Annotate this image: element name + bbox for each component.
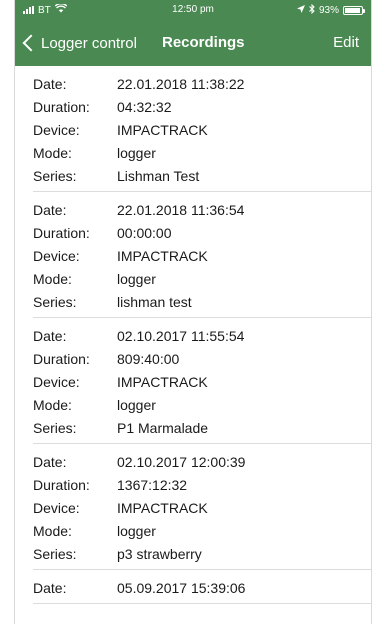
date-label: Date: bbox=[33, 201, 67, 218]
device-row: Device: IMPACTRACK bbox=[33, 370, 371, 393]
recording-item[interactable]: Date: 02.10.2017 11:55:54 Duration: 809:40… bbox=[33, 318, 371, 444]
series-value: p3 strawberry bbox=[117, 545, 202, 562]
mode-row: Mode: logger bbox=[33, 267, 371, 290]
back-button[interactable]: Logger control bbox=[19, 20, 137, 66]
mode-row: Mode: logger bbox=[33, 141, 371, 164]
device-value: IMPACTRACK bbox=[117, 373, 208, 390]
page-title: Recordings bbox=[162, 34, 245, 51]
date-row: Date: 22.01.2018 11:38:22 bbox=[33, 72, 371, 95]
device-label: Device: bbox=[33, 121, 80, 138]
series-label: Series: bbox=[33, 545, 77, 562]
status-bar: BT 12:50 pm 93% bbox=[15, 0, 371, 20]
device-label: Device: bbox=[33, 373, 80, 390]
duration-label: Duration: bbox=[33, 476, 90, 493]
mode-value: logger bbox=[117, 144, 156, 161]
chevron-left-icon bbox=[22, 34, 40, 52]
series-label: Series: bbox=[33, 167, 77, 184]
series-value: lishman test bbox=[117, 293, 192, 310]
battery-percent: 93% bbox=[318, 4, 339, 16]
recordings-list: Date: 22.01.2018 11:38:22 Duration: 04:32:… bbox=[15, 66, 371, 604]
bluetooth-icon bbox=[309, 3, 315, 17]
status-right: 93% bbox=[296, 0, 365, 20]
device-row: Device: IMPACTRACK bbox=[33, 496, 371, 519]
mode-value: logger bbox=[117, 522, 156, 539]
mode-label: Mode: bbox=[33, 396, 72, 413]
date-label: Date: bbox=[33, 327, 67, 344]
date-value: 22.01.2018 11:36:54 bbox=[117, 201, 245, 218]
series-value: P1 Marmalade bbox=[117, 419, 209, 436]
duration-row: Duration: 809:40:00 bbox=[33, 347, 371, 370]
navigation-bar: Logger control Recordings Edit bbox=[15, 20, 371, 66]
device-value: IMPACTRACK bbox=[117, 499, 208, 516]
date-row: Date: 02.10.2017 12:00:39 bbox=[33, 450, 371, 473]
mode-label: Mode: bbox=[33, 522, 72, 539]
device-row: Device: IMPACTRACK bbox=[33, 118, 371, 141]
series-row: Series: Lishman Test bbox=[33, 164, 371, 187]
series-label: Series: bbox=[33, 293, 77, 310]
date-label: Date: bbox=[33, 75, 67, 92]
date-label: Date: bbox=[33, 579, 67, 596]
duration-value: 809:40:00 bbox=[117, 350, 180, 367]
mode-value: logger bbox=[117, 270, 156, 287]
duration-value: 1367:12:32 bbox=[117, 476, 188, 493]
date-value: 02.10.2017 11:55:54 bbox=[117, 327, 245, 344]
series-row: Series: lishman test bbox=[33, 290, 371, 313]
duration-row: Duration: 04:32:32 bbox=[33, 95, 371, 118]
date-value: 02.10.2017 12:00:39 bbox=[117, 453, 246, 470]
mode-label: Mode: bbox=[33, 270, 72, 287]
mode-value: logger bbox=[117, 396, 156, 413]
duration-value: 04:32:32 bbox=[117, 98, 172, 115]
device-label: Device: bbox=[33, 499, 80, 516]
mode-row: Mode: logger bbox=[33, 519, 371, 542]
date-row: Date: 05.09.2017 15:39:06 bbox=[33, 576, 371, 599]
series-row: Series: P1 Marmalade bbox=[33, 416, 371, 439]
edit-button[interactable]: Edit bbox=[333, 20, 359, 66]
device-value: IMPACTRACK bbox=[117, 247, 208, 264]
recording-item[interactable]: Date: 22.01.2018 11:36:54 Duration: 00:00:… bbox=[33, 192, 371, 318]
series-value: Lishman Test bbox=[117, 167, 200, 184]
duration-label: Duration: bbox=[33, 224, 90, 241]
recording-item[interactable]: Date: 02.10.2017 12:00:39 Duration: 1367:1… bbox=[33, 444, 371, 570]
date-value: 22.01.2018 11:38:22 bbox=[117, 75, 245, 92]
series-label: Series: bbox=[33, 419, 77, 436]
location-arrow-icon bbox=[296, 4, 305, 16]
device-label: Device: bbox=[33, 247, 80, 264]
date-label: Date: bbox=[33, 453, 67, 470]
duration-value: 00:00:00 bbox=[117, 224, 172, 241]
phone-screen: BT 12:50 pm 93% Logger control Recording… bbox=[14, 0, 372, 624]
battery-icon bbox=[343, 5, 365, 15]
duration-label: Duration: bbox=[33, 98, 90, 115]
recording-item[interactable]: Date: 05.09.2017 15:39:06 bbox=[33, 570, 371, 604]
series-row: Series: p3 strawberry bbox=[33, 542, 371, 565]
date-value: 05.09.2017 15:39:06 bbox=[117, 579, 246, 596]
recording-item[interactable]: Date: 22.01.2018 11:38:22 Duration: 04:32:… bbox=[33, 66, 371, 192]
mode-row: Mode: logger bbox=[33, 393, 371, 416]
date-row: Date: 02.10.2017 11:55:54 bbox=[33, 324, 371, 347]
duration-row: Duration: 00:00:00 bbox=[33, 221, 371, 244]
mode-label: Mode: bbox=[33, 144, 72, 161]
back-button-label: Logger control bbox=[41, 34, 137, 52]
date-row: Date: 22.01.2018 11:36:54 bbox=[33, 198, 371, 221]
device-row: Device: IMPACTRACK bbox=[33, 244, 371, 267]
device-value: IMPACTRACK bbox=[117, 121, 208, 138]
duration-row: Duration: 1367:12:32 bbox=[33, 473, 371, 496]
duration-label: Duration: bbox=[33, 350, 90, 367]
